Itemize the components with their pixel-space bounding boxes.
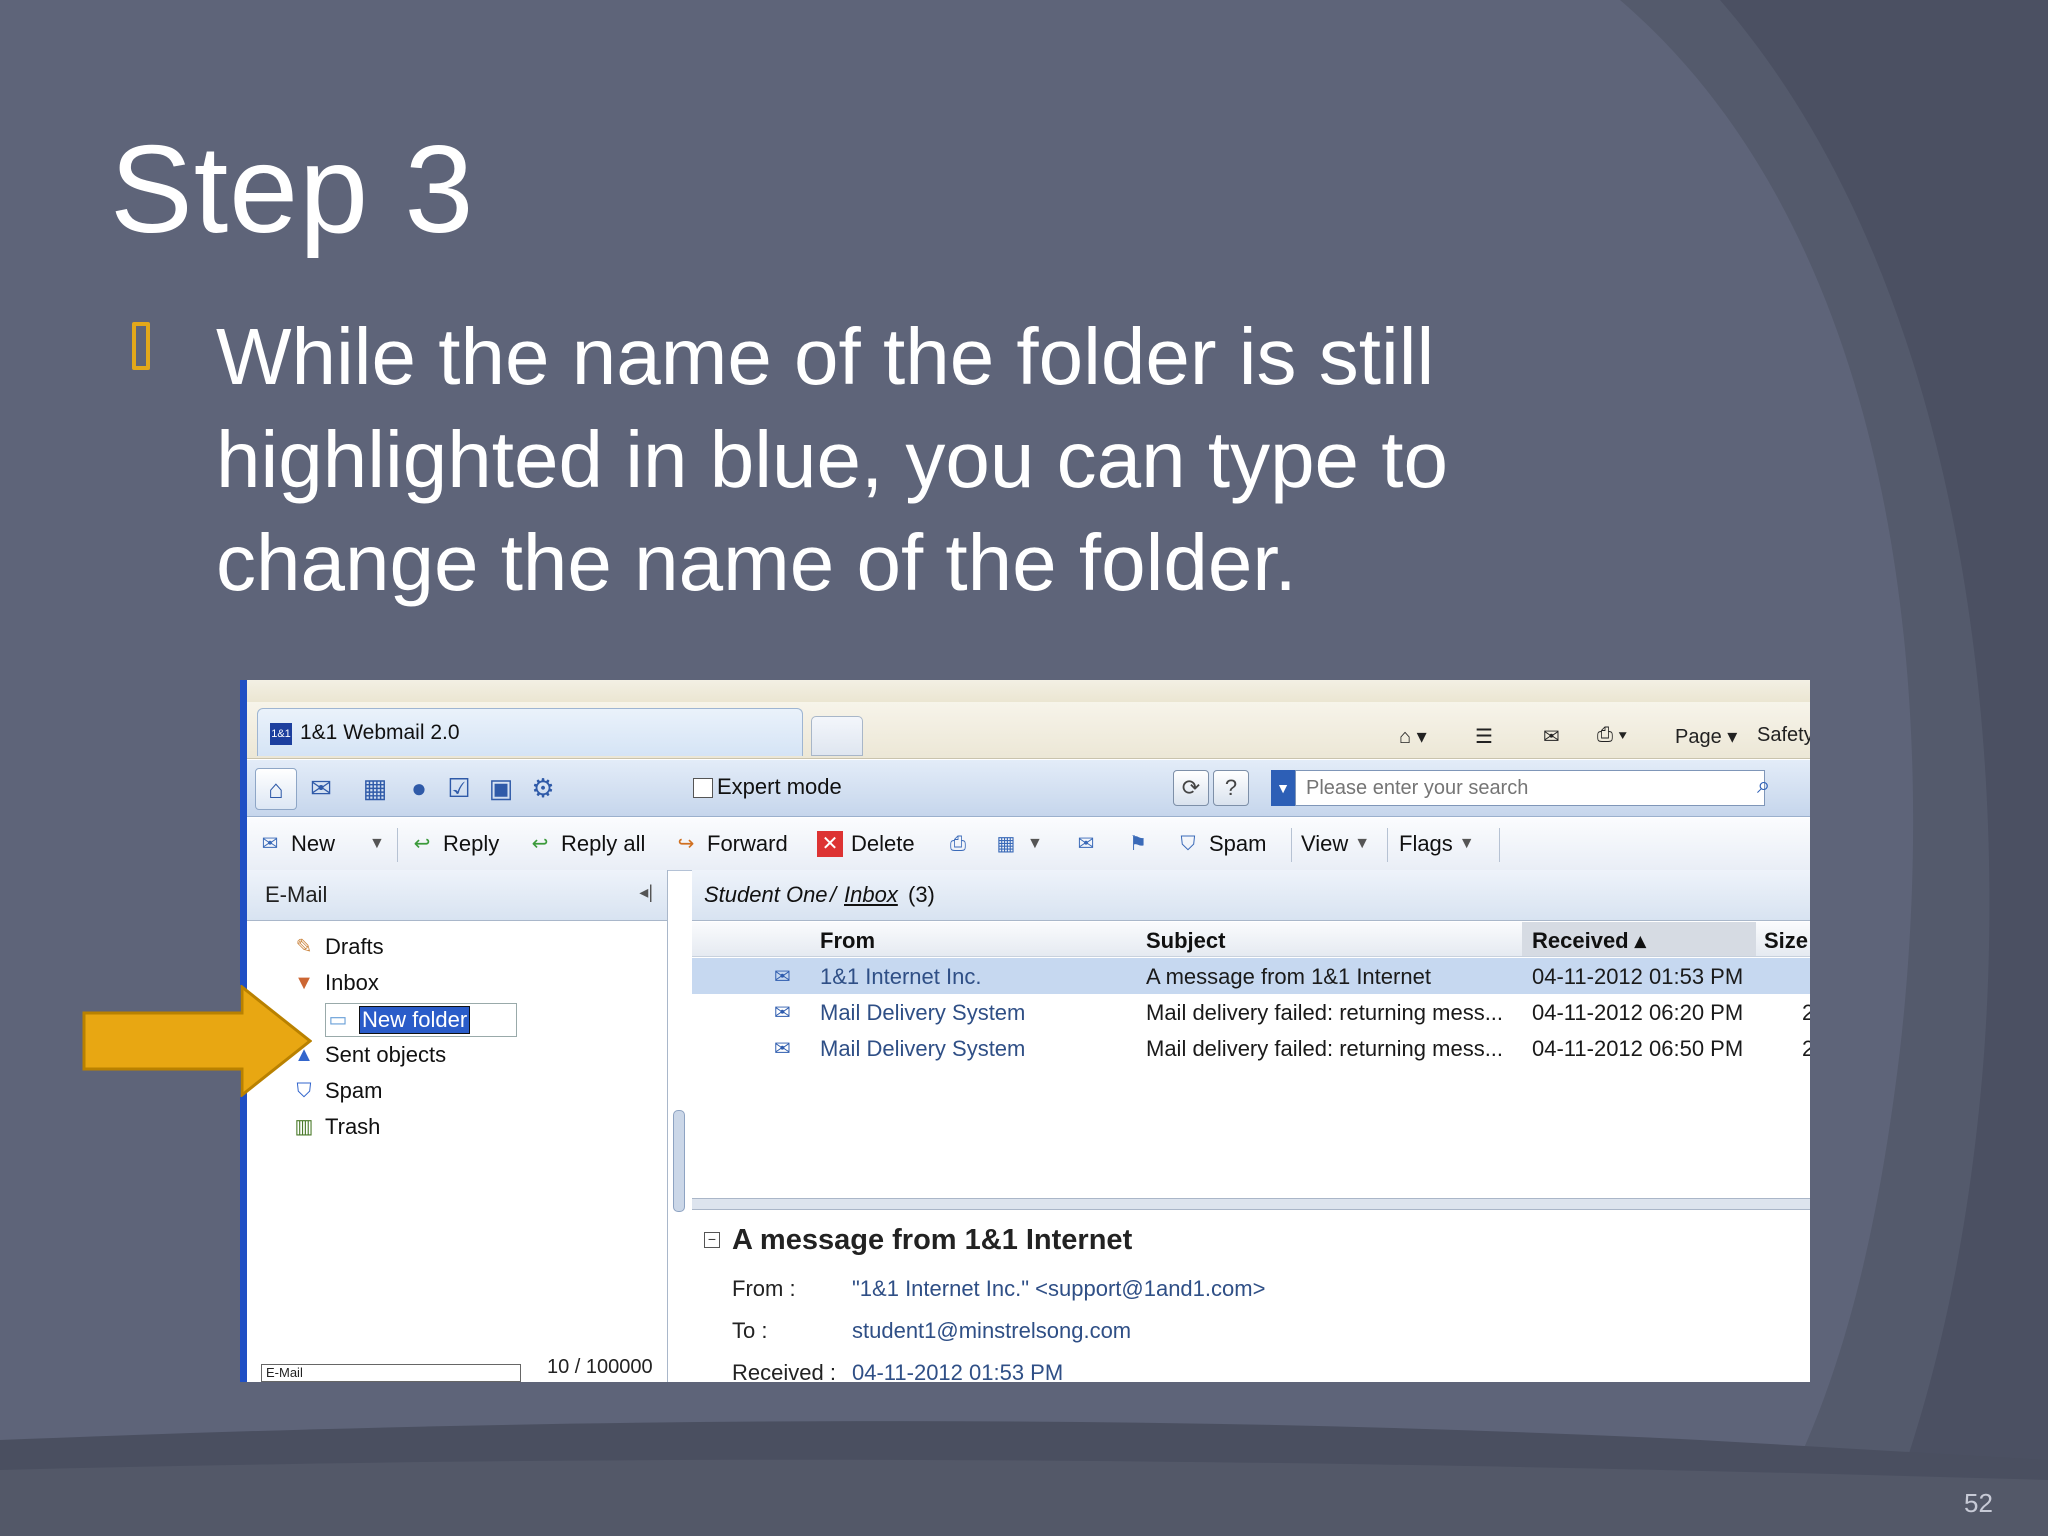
- collapse-preview-icon[interactable]: −: [704, 1232, 720, 1248]
- delete-icon: ✕: [817, 831, 843, 857]
- preview-splitter[interactable]: [692, 1198, 1810, 1210]
- spam-icon: ⛉: [1180, 833, 1196, 855]
- breadcrumb-user: Student One: [704, 882, 828, 907]
- collapse-icon[interactable]: ◂|: [639, 882, 653, 903]
- folder-sent[interactable]: ▲ Sent objects: [291, 1042, 446, 1068]
- toolbar-divider: [1291, 828, 1292, 862]
- print-icon[interactable]: ⎙ ▾: [1597, 724, 1627, 747]
- contacts-icon[interactable]: ●: [399, 768, 439, 808]
- folder-sidebar: E-Mail ◂| ✎ Drafts ▼ Inbox ▭ New folder ▲ Se…: [247, 870, 668, 1382]
- calendar-icon[interactable]: ▦: [355, 768, 395, 808]
- help-icon[interactable]: ?: [1213, 770, 1249, 806]
- delete-button[interactable]: ✕ Delete: [817, 826, 915, 862]
- column-from[interactable]: From: [820, 928, 875, 954]
- preview-from: From : "1&1 Internet Inc." <support@1and…: [732, 1276, 1266, 1301]
- chevron-down-icon: ▼: [1458, 835, 1475, 852]
- expert-mode-label: Expert mode: [717, 774, 842, 799]
- reply-icon: ↩: [413, 833, 431, 855]
- forward-icon: ↪: [677, 833, 695, 855]
- print-icon[interactable]: ⎙: [945, 826, 979, 862]
- bullet-marker: [132, 322, 150, 370]
- storage-quota: 10 / 100000: [547, 1356, 653, 1378]
- column-subject[interactable]: Subject: [1146, 928, 1225, 954]
- email-icon[interactable]: ✉: [301, 768, 341, 808]
- view-menu[interactable]: View ▼: [1301, 826, 1370, 862]
- reply-button[interactable]: ↩ Reply: [409, 826, 500, 862]
- rules-icon[interactable]: ⚑: [1125, 826, 1159, 862]
- toolbar-divider: [397, 828, 398, 862]
- settings-gear-icon[interactable]: ⚙: [523, 768, 563, 808]
- sidebar-scrollbar[interactable]: [673, 1110, 685, 1212]
- preview-subject: A message from 1&1 Internet: [732, 1224, 1133, 1256]
- slide-title: Step 3: [110, 121, 475, 259]
- column-size[interactable]: Size: [1764, 928, 1808, 954]
- drafts-icon: ✎: [295, 936, 313, 958]
- webmail-screenshot: 1&1 1&1 Webmail 2.0 ⌂ ▾ ☰ ✉ ⎙ ▾ Page ▾ S…: [240, 680, 1810, 1382]
- toolbar-divider: [1387, 828, 1388, 862]
- briefcase-icon[interactable]: ▣: [481, 768, 521, 808]
- webmail-logo-icon: 1&1: [270, 723, 292, 745]
- home-icon[interactable]: ⌂: [255, 768, 297, 810]
- search-input[interactable]: [1295, 770, 1765, 806]
- message-preview: − A message from 1&1 Internet From : "1&…: [692, 1210, 1810, 1382]
- sidebar-footer: E-Mail 10 / 100000: [247, 1356, 667, 1382]
- spam-button[interactable]: ⛉ Spam: [1175, 826, 1267, 862]
- sidebar-header: E-Mail ◂|: [247, 870, 667, 921]
- search-icon[interactable]: ⌕: [1757, 772, 1770, 800]
- preview-received: Received : 04-11-2012 01:53 PM: [732, 1360, 1064, 1382]
- browser-tab-title: 1&1 Webmail 2.0: [300, 721, 460, 744]
- column-received[interactable]: Received ▴: [1522, 922, 1756, 956]
- mail-toolbar: ✉ New ▼ ↩ Reply ↩ Reply all ↪ Forward ✕ Delet…: [247, 818, 1810, 871]
- bullet-text: While the name of the folder is still hi…: [216, 312, 1448, 607]
- pointer-arrow-icon: [82, 985, 312, 1097]
- browser-tab[interactable]: 1&1 1&1 Webmail 2.0: [257, 708, 803, 756]
- browser-tabbar: 1&1 1&1 Webmail 2.0 ⌂ ▾ ☰ ✉ ⎙ ▾ Page ▾ S…: [247, 702, 1810, 759]
- mark-read-icon[interactable]: ✉: [1073, 826, 1107, 862]
- expert-mode-checkbox[interactable]: [693, 778, 713, 798]
- breadcrumb: Student One / Inbox (3): [692, 870, 1810, 921]
- new-tab-button[interactable]: [811, 716, 863, 756]
- tasks-icon[interactable]: ☑: [439, 768, 479, 808]
- page-menu[interactable]: Page ▾: [1675, 724, 1737, 749]
- chevron-down-icon: ▼: [1354, 835, 1371, 852]
- envelope-icon: ✉: [774, 1038, 791, 1060]
- sidebar-title: E-Mail: [265, 882, 328, 907]
- mail-row[interactable]: ✉ 1&1 Internet Inc. A message from 1&1 I…: [692, 958, 1810, 994]
- rename-box: [325, 1003, 517, 1037]
- forward-button[interactable]: ↪ Forward: [673, 826, 788, 862]
- mail-row[interactable]: ✉ Mail Delivery System Mail delivery fai…: [692, 994, 1810, 1030]
- app-navbar: ⌂ ✉ ▦ ● ☑ ▣ ⚙ Expert mode ⟳ ? ▼ ⌕: [247, 760, 1810, 817]
- trash-icon: ▥: [294, 1116, 314, 1138]
- preview-to: To : student1@minstrelsong.com: [732, 1318, 1132, 1343]
- mail-row[interactable]: ✉ Mail Delivery System Mail delivery fai…: [692, 1030, 1810, 1066]
- new-button[interactable]: ✉ New: [257, 826, 335, 862]
- breadcrumb-count: (3): [908, 882, 935, 907]
- feeds-icon[interactable]: ☰: [1475, 724, 1493, 749]
- slide-number: 52: [1964, 1488, 1993, 1518]
- favorites-bar: [247, 680, 1810, 702]
- folder-trash[interactable]: ▥ Trash: [291, 1114, 381, 1140]
- folder-new-folder[interactable]: ▭ New folder: [325, 1003, 517, 1037]
- toolbar-divider: [1499, 828, 1500, 862]
- breadcrumb-inbox-link[interactable]: Inbox: [844, 882, 898, 908]
- home-icon[interactable]: ⌂ ▾: [1399, 724, 1427, 749]
- column-headers: From Subject Received ▴ Size: [692, 922, 1810, 957]
- reply-all-icon: ↩: [531, 833, 549, 855]
- flags-menu[interactable]: Flags ▼: [1399, 826, 1475, 862]
- safety-menu[interactable]: Safety: [1757, 724, 1810, 747]
- search-scope-dropdown[interactable]: ▼: [1271, 770, 1295, 806]
- move-icon[interactable]: ▦ ▼: [993, 826, 1043, 862]
- refresh-icon[interactable]: ⟳: [1173, 770, 1209, 806]
- sidebar-footer-tab[interactable]: E-Mail: [261, 1364, 521, 1382]
- breadcrumb-separator: /: [830, 882, 837, 907]
- mail-icon[interactable]: ✉: [1543, 724, 1560, 749]
- envelope-icon: ✉: [774, 966, 791, 988]
- new-mail-icon: ✉: [261, 833, 279, 855]
- envelope-icon: ✉: [774, 1002, 791, 1024]
- folder-drafts[interactable]: ✎ Drafts: [291, 934, 384, 960]
- new-dropdown-icon[interactable]: ▼: [369, 826, 385, 862]
- reply-all-button[interactable]: ↩ Reply all: [527, 826, 646, 862]
